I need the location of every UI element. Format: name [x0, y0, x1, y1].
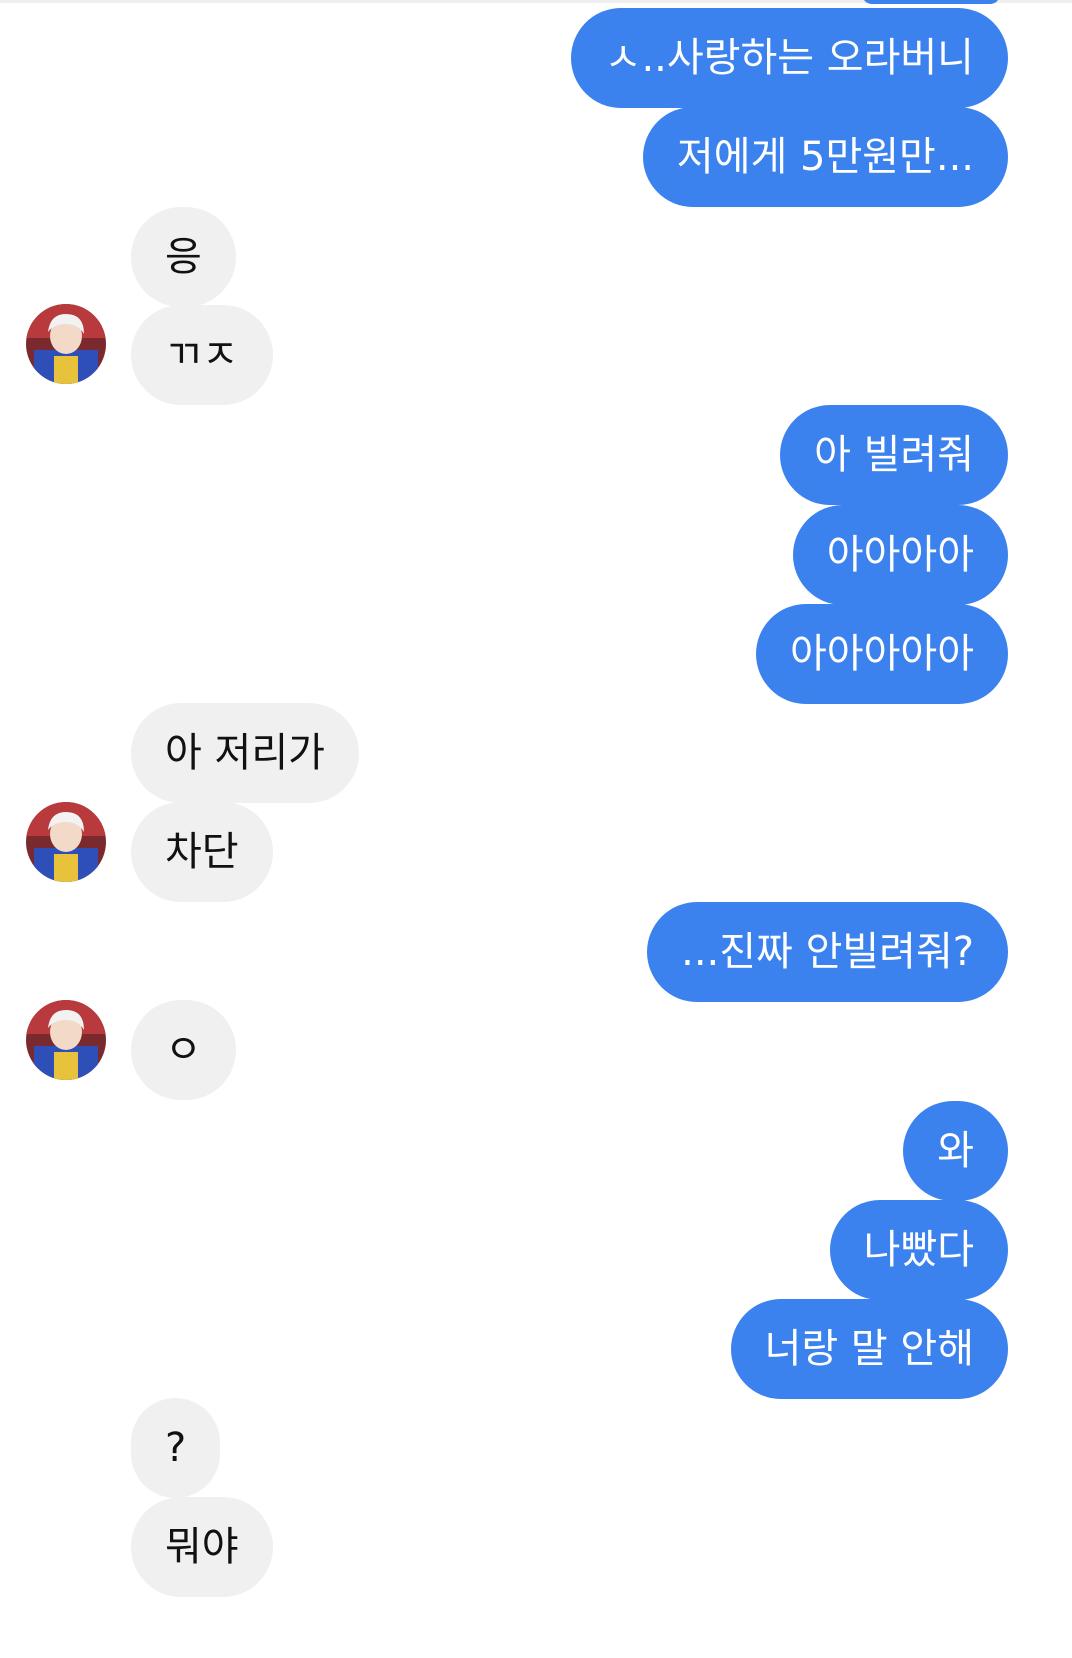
profile-avatar-icon[interactable]: [26, 1000, 106, 1080]
outgoing-message-bubble[interactable]: 와: [903, 1101, 1008, 1201]
profile-avatar-icon[interactable]: [26, 304, 106, 384]
outgoing-message-bubble[interactable]: ㅅ..사랑하는 오라버니: [570, 8, 1008, 108]
profile-avatar-icon[interactable]: [26, 802, 106, 882]
incoming-message-bubble[interactable]: 차단: [131, 802, 273, 902]
outgoing-message-bubble[interactable]: 아아아아아: [756, 604, 1008, 704]
incoming-message-bubble[interactable]: 뭐야: [131, 1497, 273, 1597]
outgoing-message-bubble[interactable]: 너랑 말 안해: [730, 1299, 1008, 1399]
incoming-message-bubble[interactable]: 아 저리가: [131, 703, 359, 803]
incoming-message-bubble[interactable]: ?: [131, 1398, 221, 1498]
outgoing-message-bubble[interactable]: 나빴다: [829, 1200, 1008, 1300]
outgoing-message-bubble[interactable]: 아아아아: [792, 505, 1008, 605]
outgoing-message-bubble[interactable]: 저에게 5만원만...: [642, 107, 1008, 207]
incoming-message-bubble[interactable]: ㅇ: [131, 1000, 236, 1100]
outgoing-message-bubble[interactable]: ...진짜 안빌려줘?: [647, 902, 1008, 1002]
previous-message-bubble[interactable]: [862, 0, 1000, 4]
incoming-message-bubble[interactable]: ㄲㅈ: [131, 305, 273, 405]
outgoing-message-bubble[interactable]: 아 빌려줘: [780, 405, 1008, 505]
incoming-message-bubble[interactable]: 응: [131, 207, 236, 307]
